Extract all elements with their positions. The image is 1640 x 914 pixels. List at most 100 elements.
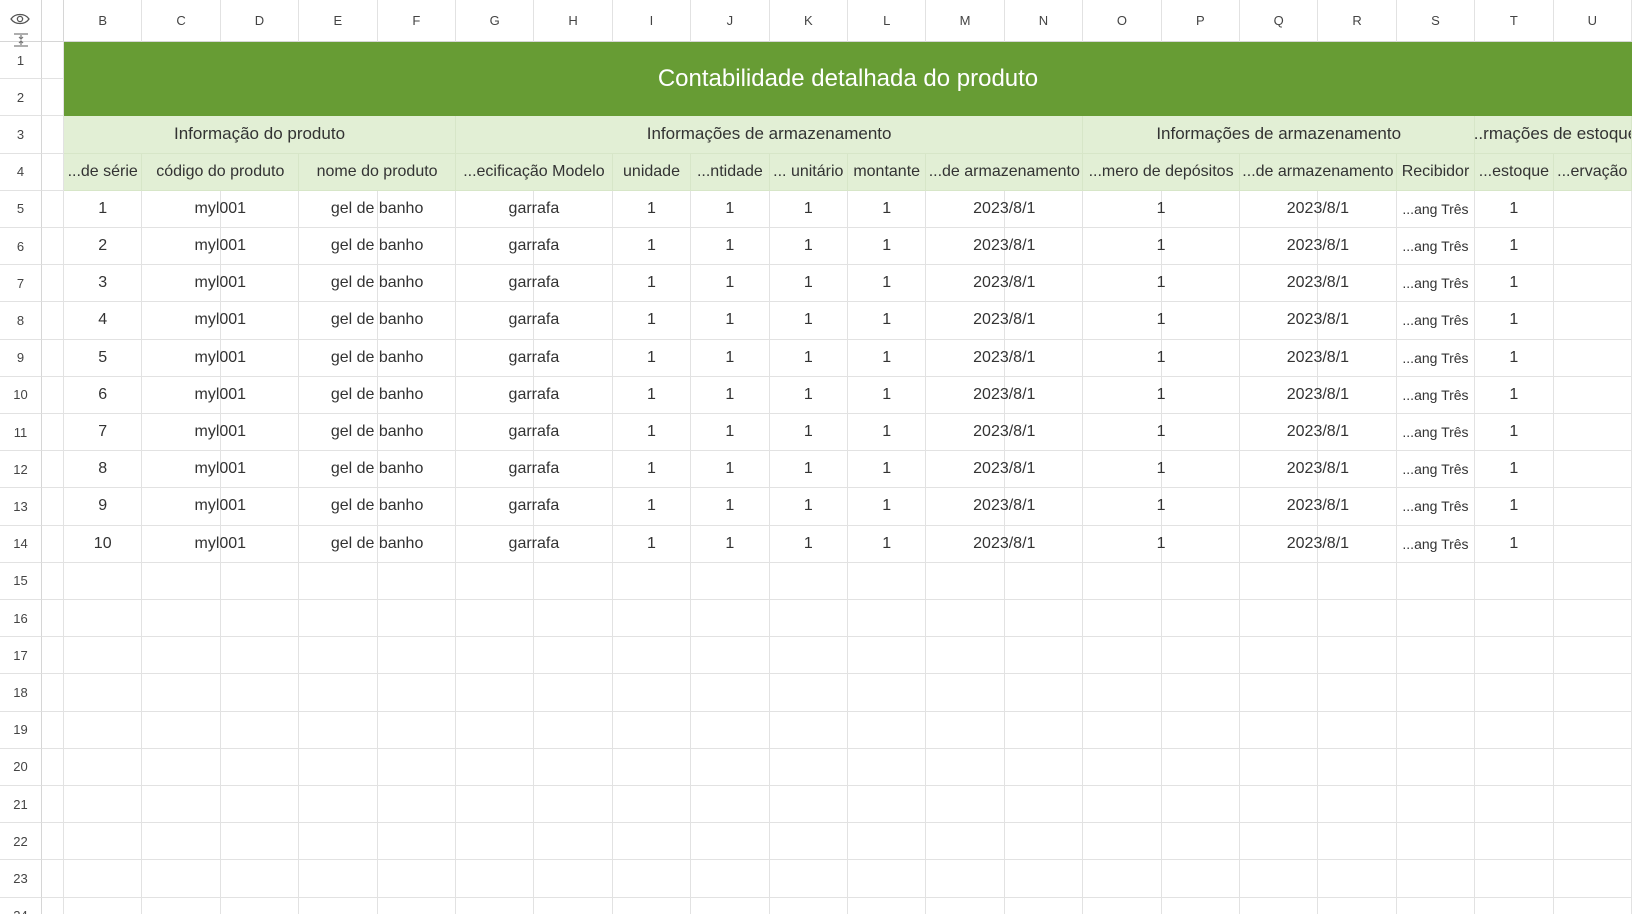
data-cell[interactable]: garrafa <box>456 302 613 340</box>
grid-cell[interactable] <box>848 748 927 786</box>
data-cell[interactable]: 1 <box>1083 376 1240 414</box>
data-cell[interactable]: 1 <box>769 190 848 228</box>
grid-cell[interactable] <box>1475 637 1554 675</box>
grid-cell[interactable] <box>1475 897 1554 914</box>
data-cell[interactable]: 1 <box>848 376 927 414</box>
data-cell[interactable]: 2023/8/1 <box>1240 414 1397 452</box>
data-cell[interactable]: 2023/8/1 <box>1240 302 1397 340</box>
column-header-q[interactable]: Q <box>1240 0 1319 42</box>
grid-cell[interactable] <box>64 823 143 861</box>
row-header[interactable]: 20 <box>0 748 42 786</box>
data-cell[interactable]: 1 <box>612 414 692 452</box>
grid-cell[interactable] <box>1004 600 1084 638</box>
data-cell[interactable]: 1 <box>1475 451 1554 489</box>
grid-cell[interactable] <box>769 860 848 898</box>
grid-cell[interactable] <box>848 637 927 675</box>
data-cell[interactable]: 7 <box>64 414 143 452</box>
grid-cell[interactable] <box>299 637 378 675</box>
data-cell[interactable]: 1 <box>691 265 770 303</box>
grid-cell[interactable] <box>1161 674 1240 712</box>
data-cell[interactable]: gel de banho <box>299 228 456 266</box>
data-cell[interactable]: gel de banho <box>299 525 456 563</box>
grid-cell[interactable] <box>1475 786 1554 824</box>
data-cell[interactable]: 1 <box>691 414 770 452</box>
grid-cell[interactable] <box>299 786 378 824</box>
grid-cell[interactable] <box>456 600 535 638</box>
grid-cell[interactable] <box>1475 674 1554 712</box>
grid-cell[interactable] <box>612 748 692 786</box>
grid-cell[interactable] <box>456 860 535 898</box>
grid-cell-a[interactable] <box>42 451 64 489</box>
grid-cell[interactable] <box>848 600 927 638</box>
grid-cell[interactable] <box>1004 786 1084 824</box>
data-cell[interactable]: myl001 <box>142 376 300 414</box>
grid-cell[interactable] <box>612 711 692 749</box>
grid-cell[interactable] <box>142 748 221 786</box>
data-cell[interactable]: 2023/8/1 <box>1240 376 1397 414</box>
column-header-r[interactable]: R <box>1318 0 1397 42</box>
row-header[interactable]: 19 <box>0 711 42 749</box>
grid-cell[interactable] <box>1318 674 1397 712</box>
data-cell[interactable]: myl001 <box>142 190 300 228</box>
row-header[interactable]: 3 <box>0 116 42 154</box>
grid-cell-a[interactable] <box>42 674 64 712</box>
grid-cell[interactable] <box>456 897 535 914</box>
data-cell[interactable]: 2023/8/1 <box>1240 339 1397 377</box>
grid-cell[interactable] <box>456 786 535 824</box>
grid-cell[interactable] <box>1083 897 1162 914</box>
grid-cell-a[interactable] <box>42 228 64 266</box>
column-header-j[interactable]: J <box>691 0 770 42</box>
grid-cell[interactable] <box>1083 711 1162 749</box>
grid-cell[interactable] <box>1318 897 1397 914</box>
column-header-t[interactable]: T <box>1475 0 1554 42</box>
grid-cell-a[interactable] <box>42 711 64 749</box>
grid-cell[interactable] <box>1396 600 1476 638</box>
grid-cell[interactable] <box>1318 823 1397 861</box>
grid-cell[interactable] <box>142 600 221 638</box>
data-cell[interactable]: 1 <box>848 451 927 489</box>
grid-cell[interactable] <box>299 823 378 861</box>
data-cell[interactable]: 1 <box>1083 451 1240 489</box>
grid-cell[interactable] <box>221 897 300 914</box>
grid-cell[interactable] <box>1083 562 1162 600</box>
grid-cell[interactable] <box>1318 600 1397 638</box>
grid-cell[interactable] <box>1083 748 1162 786</box>
column-title[interactable]: ...ecificação Modelo <box>456 153 613 191</box>
grid-cell[interactable] <box>377 786 456 824</box>
row-header[interactable]: 10 <box>0 376 42 414</box>
grid-cell[interactable] <box>691 897 770 914</box>
data-cell[interactable]: ...ang Três <box>1396 339 1476 377</box>
column-header-o[interactable]: O <box>1083 0 1162 42</box>
column-title[interactable]: ...de armazenamento <box>1240 153 1397 191</box>
data-cell[interactable]: 1 <box>612 339 692 377</box>
data-cell[interactable]: 1 <box>769 525 848 563</box>
data-cell[interactable]: 1 <box>64 190 143 228</box>
grid-cell[interactable] <box>64 711 143 749</box>
grid-cell[interactable] <box>534 637 613 675</box>
grid-cell[interactable] <box>1396 711 1476 749</box>
data-cell[interactable]: 2023/8/1 <box>1240 265 1397 303</box>
data-cell[interactable]: 1 <box>612 190 692 228</box>
row-header[interactable]: 24 <box>0 897 42 914</box>
grid-cell[interactable] <box>848 562 927 600</box>
data-cell[interactable]: 1 <box>1083 228 1240 266</box>
grid-cell[interactable] <box>220 786 300 824</box>
grid-cell[interactable] <box>1161 823 1240 861</box>
grid-cell[interactable] <box>1318 711 1397 749</box>
grid-cell[interactable] <box>691 562 770 600</box>
data-cell[interactable]: myl001 <box>142 339 300 377</box>
column-header-m[interactable]: M <box>926 0 1005 42</box>
grid-cell[interactable] <box>848 897 927 914</box>
grid-cell[interactable] <box>377 562 456 600</box>
grid-cell[interactable] <box>64 860 143 898</box>
column-header-d[interactable]: D <box>220 0 300 42</box>
grid-cell[interactable] <box>377 711 456 749</box>
grid-cell[interactable] <box>1004 562 1084 600</box>
grid-cell[interactable] <box>691 860 770 898</box>
grid-cell[interactable] <box>1083 823 1162 861</box>
column-title[interactable]: ...de armazenamento <box>926 153 1084 191</box>
grid-cell-a[interactable] <box>42 786 64 824</box>
grid-cell[interactable] <box>1240 897 1319 914</box>
data-cell[interactable]: gel de banho <box>299 488 456 526</box>
row-header[interactable]: 6 <box>0 228 42 266</box>
